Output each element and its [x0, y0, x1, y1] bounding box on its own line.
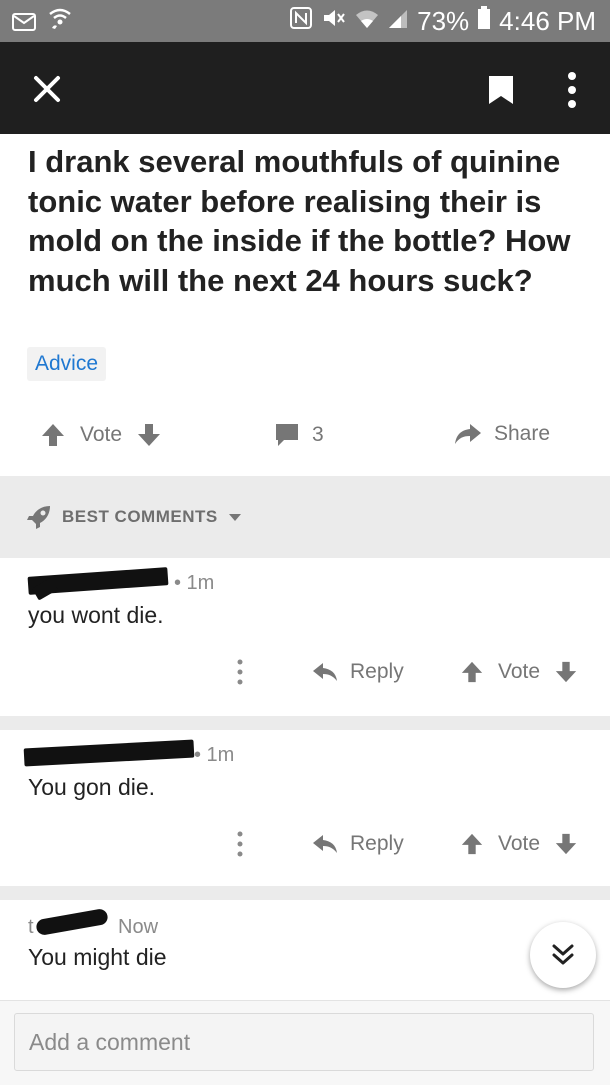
comment-vote-control: Vote: [460, 832, 578, 856]
comment-body: You gon die.: [28, 774, 156, 800]
post-title: I drank several mouthfuls of quinine ton…: [28, 144, 571, 298]
clock: 4:46 PM: [499, 6, 596, 36]
close-icon: [34, 76, 60, 102]
bookmark-button[interactable]: [487, 74, 515, 111]
reply-button[interactable]: Reply: [312, 660, 404, 684]
share-label: Share: [494, 422, 551, 445]
upvote-button[interactable]: [40, 422, 66, 448]
comment-actions: Reply Vote: [0, 826, 610, 866]
more-options-button[interactable]: [560, 70, 584, 110]
add-comment-input[interactable]: Add a comment: [14, 1013, 594, 1071]
comment-body: you wont die.: [28, 602, 164, 628]
arrow-up-icon: [461, 833, 483, 855]
comments-count-button[interactable]: 3: [274, 422, 324, 448]
arrow-down-icon: [555, 661, 577, 683]
comment-bubble-icon: [276, 424, 298, 446]
comment-sort-dropdown[interactable]: BEST COMMENTS: [26, 504, 242, 530]
arrow-up-icon: [461, 661, 483, 683]
share-button[interactable]: Share: [454, 422, 550, 446]
top-toolbar: [0, 42, 610, 134]
chevron-down-icon: [228, 514, 241, 521]
rocket-icon: [27, 506, 50, 529]
mute-icon: [321, 6, 347, 37]
share-icon: [455, 424, 481, 444]
gmail-icon: [12, 8, 36, 39]
comment-count: 3: [312, 423, 324, 446]
post-vote-control: Vote: [40, 422, 162, 448]
reply-icon: [313, 663, 337, 681]
next-comment-button[interactable]: [530, 922, 596, 988]
downvote-button[interactable]: [554, 832, 578, 856]
reply-button[interactable]: Reply: [312, 832, 404, 856]
wifi-icon: [355, 6, 379, 37]
arrow-down-icon: [138, 424, 161, 446]
comment-timestamp: • 1m: [174, 572, 215, 594]
redacted-username: [35, 907, 109, 937]
comment-vote-control: Vote: [460, 660, 578, 684]
arrow-up-icon: [42, 424, 64, 446]
battery-icon: [477, 6, 491, 37]
more-vertical-icon: [237, 831, 243, 857]
more-vertical-icon: [237, 659, 243, 685]
nfc-icon: [289, 6, 313, 37]
post-flair-tag[interactable]: Advice: [27, 347, 107, 381]
wifi-calling-icon: [46, 8, 74, 39]
close-button[interactable]: [30, 72, 64, 106]
comment-body: You might die: [28, 944, 167, 970]
comment-divider: [0, 886, 610, 900]
arrow-down-icon: [555, 833, 577, 855]
post-actions: Vote 3 Share: [0, 410, 610, 462]
bookmark-icon: [489, 76, 513, 104]
comment-more-button[interactable]: [230, 658, 250, 691]
comment-more-button[interactable]: [230, 830, 250, 863]
comment-item: t Now You might die: [0, 900, 610, 1000]
more-vertical-icon: [568, 72, 576, 108]
reply-label: Reply: [350, 832, 404, 855]
comment-timestamp: • 1m: [194, 744, 235, 766]
reply-icon: [313, 835, 337, 853]
upvote-button[interactable]: [460, 832, 484, 856]
post-vote-label: Vote: [80, 423, 123, 446]
comment-vote-label: Vote: [498, 660, 541, 683]
comment-author-initial: t: [28, 916, 34, 938]
double-chevron-down-icon: [552, 944, 574, 965]
signal-icon: [387, 6, 409, 37]
comment-sort-label: BEST COMMENTS: [62, 507, 218, 526]
status-bar: 73% 4:46 PM: [0, 0, 610, 42]
battery-percent: 73%: [417, 6, 470, 36]
reply-label: Reply: [350, 660, 404, 683]
comment-divider: [0, 716, 610, 730]
comment-item: • 1m You gon die. Reply Vote: [0, 730, 610, 886]
comment-actions: Reply Vote: [0, 654, 610, 694]
downvote-button[interactable]: [554, 660, 578, 684]
redacted-username: [23, 739, 195, 767]
comment-item: • 1m you wont die. Reply Vote: [0, 558, 610, 716]
comment-vote-label: Vote: [498, 832, 541, 855]
downvote-button[interactable]: [136, 422, 162, 448]
upvote-button[interactable]: [460, 660, 484, 684]
comment-timestamp: Now: [118, 916, 159, 938]
